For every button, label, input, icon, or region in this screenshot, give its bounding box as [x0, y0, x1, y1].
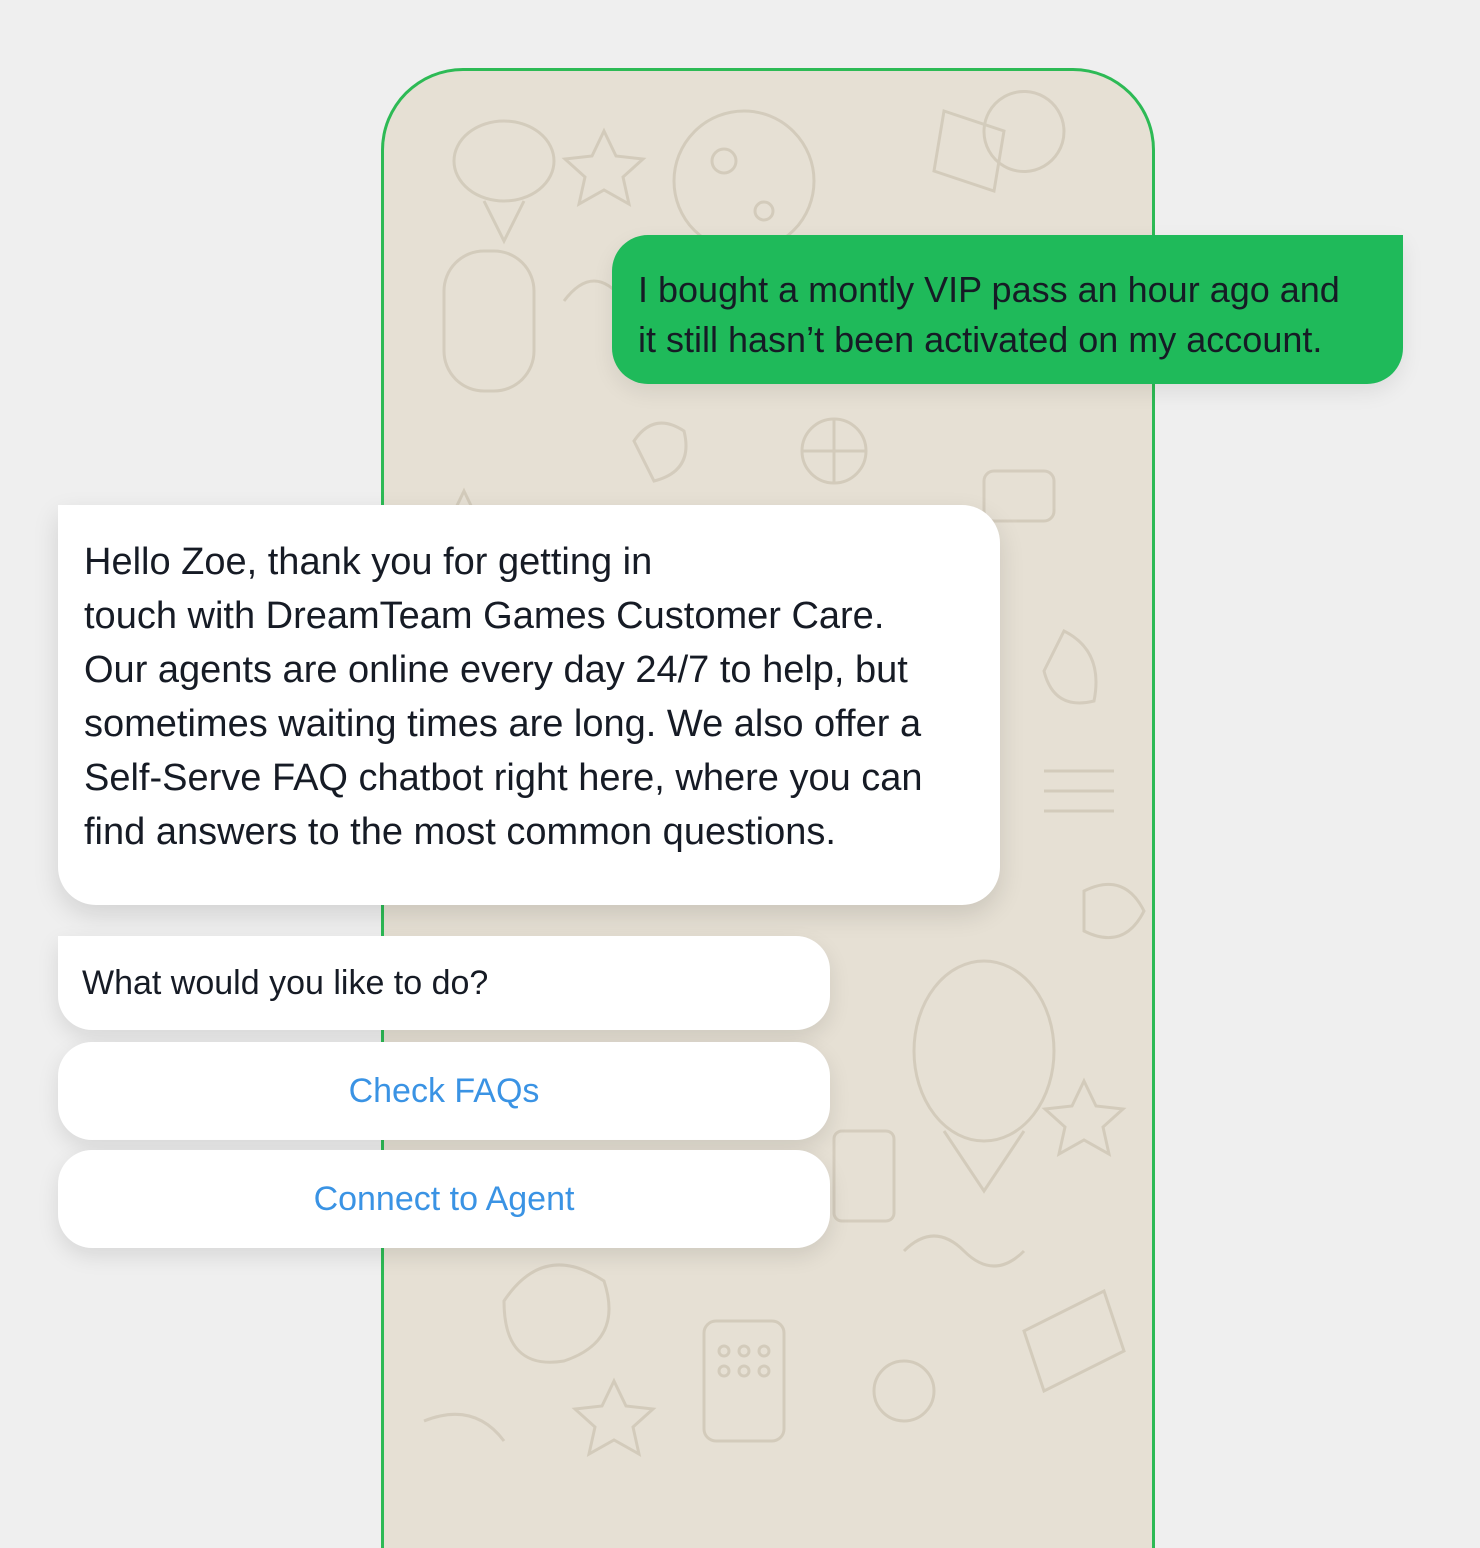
incoming-message-line: Our agents are online every day 24/7 to …: [84, 649, 908, 691]
incoming-message-line: touch with DreamTeam Games Customer Care…: [84, 595, 885, 637]
incoming-message-line: find answers to the most common question…: [84, 811, 836, 853]
options-prompt-card: What would you like to do?: [58, 936, 830, 1030]
check-faqs-button[interactable]: Check FAQs: [58, 1042, 830, 1140]
incoming-message-line: Hello Zoe, thank you for getting in: [84, 541, 653, 583]
incoming-message-bubble: Hello Zoe, thank you for getting in touc…: [58, 505, 1000, 905]
connect-to-agent-button[interactable]: Connect to Agent: [58, 1150, 830, 1248]
outgoing-message-line: I bought a montly VIP pass an hour ago a…: [638, 269, 1340, 310]
outgoing-message-bubble: I bought a montly VIP pass an hour ago a…: [612, 235, 1403, 384]
options-prompt-text: What would you like to do?: [82, 963, 489, 1002]
incoming-message-line: Self-Serve FAQ chatbot right here, where…: [84, 757, 923, 799]
incoming-message-line: sometimes waiting times are long. We als…: [84, 703, 922, 745]
outgoing-message-line: it still hasn’t been activated on my acc…: [638, 319, 1323, 360]
